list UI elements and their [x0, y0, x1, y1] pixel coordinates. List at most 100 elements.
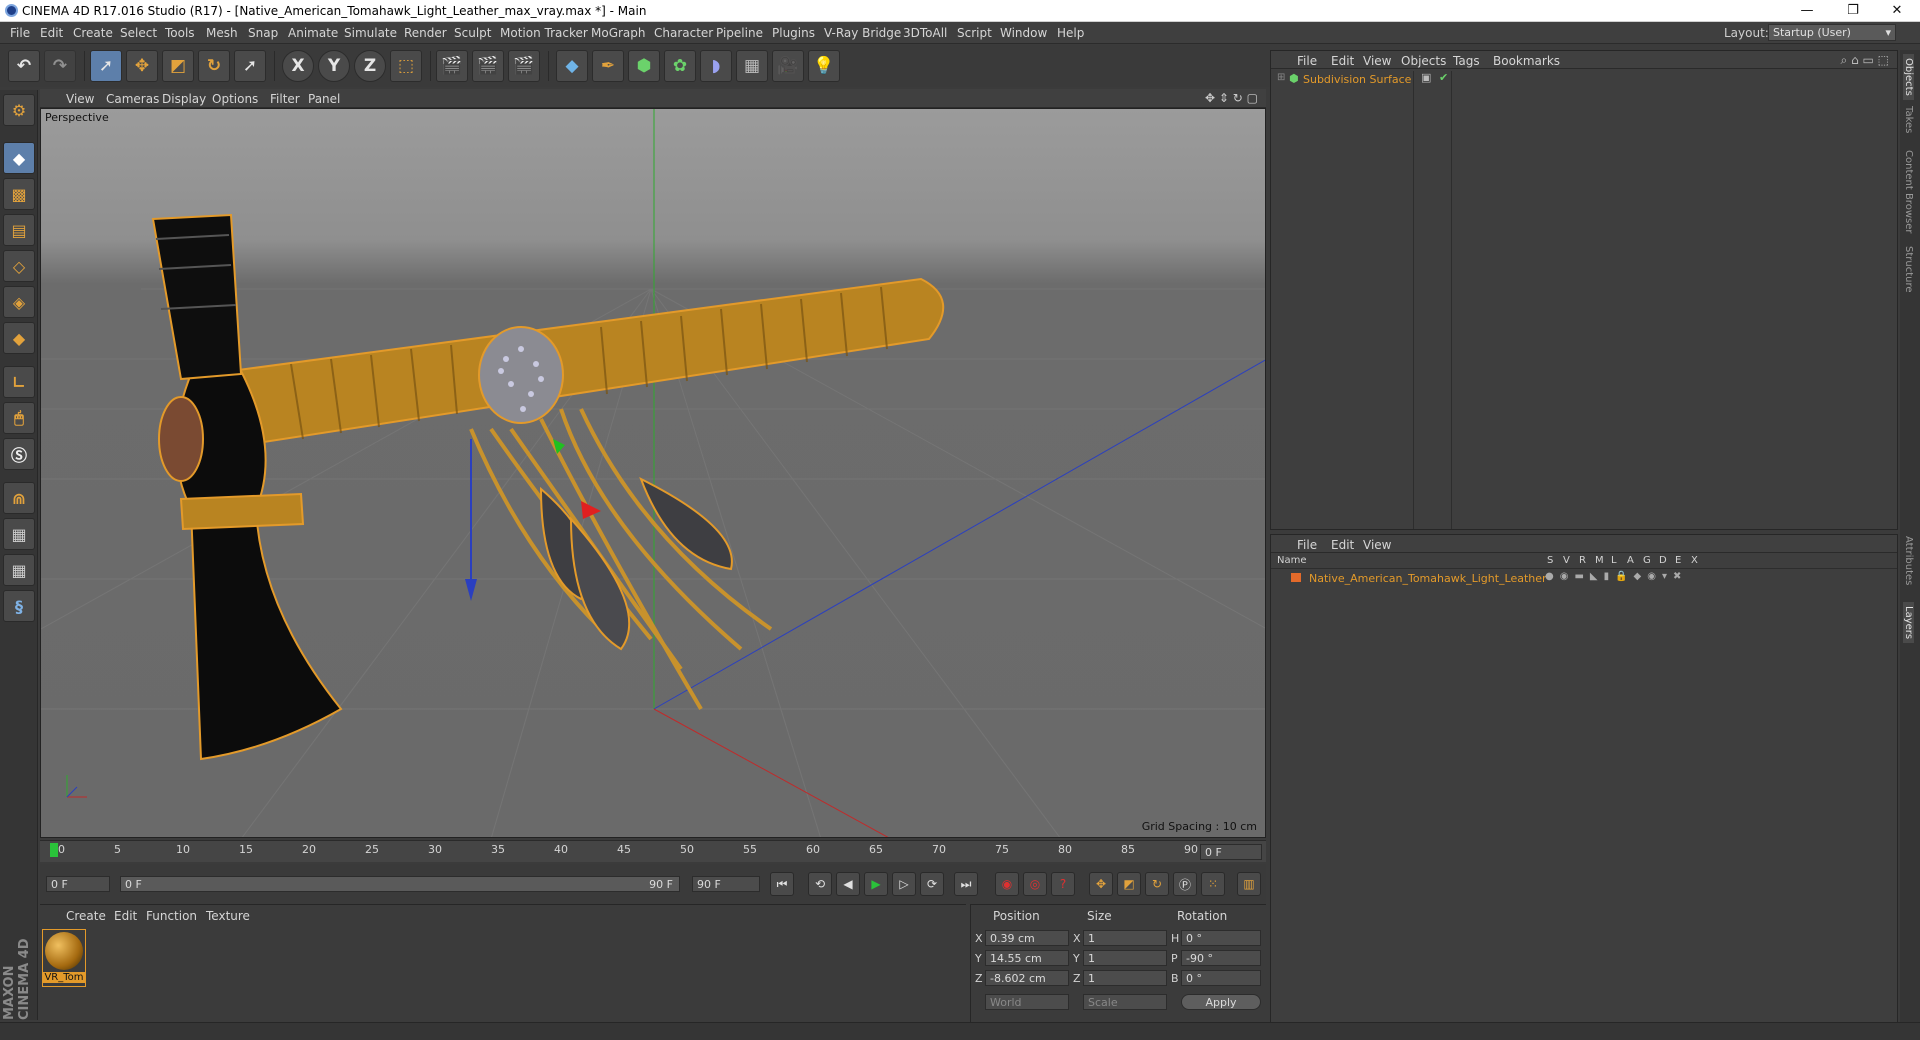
- spline-pen-button[interactable]: ✒: [592, 50, 624, 82]
- rotation-p-field[interactable]: -90 °: [1181, 950, 1261, 966]
- close-button[interactable]: ✕: [1874, 0, 1920, 22]
- current-frame-field[interactable]: 0 F: [1200, 844, 1262, 860]
- object-name[interactable]: Subdivision Surface: [1303, 73, 1411, 86]
- position-z-field[interactable]: -8.602 cm: [985, 970, 1069, 986]
- start-frame-field[interactable]: 0 F: [46, 876, 110, 892]
- redo-button[interactable]: ↷: [44, 50, 76, 82]
- viewport-menu-display[interactable]: Display: [162, 92, 206, 106]
- material-menu-function[interactable]: Function: [146, 909, 197, 923]
- play-button[interactable]: ▶: [864, 872, 888, 896]
- recent-tool-button[interactable]: ➚: [234, 50, 266, 82]
- material-menu-edit[interactable]: Edit: [114, 909, 137, 923]
- viewport-menu-panel[interactable]: Panel: [308, 92, 340, 106]
- snap-button[interactable]: ⋒: [3, 482, 35, 514]
- tab-content-browser[interactable]: Content Browser: [1903, 150, 1914, 233]
- viewport-menu-filter[interactable]: Filter: [270, 92, 300, 106]
- light-button[interactable]: 💡: [808, 50, 840, 82]
- lm-menu-view[interactable]: View: [1363, 538, 1391, 552]
- menu-window[interactable]: Window: [1000, 26, 1047, 40]
- layer-color-swatch[interactable]: [1291, 573, 1301, 582]
- tab-objects[interactable]: Objects: [1903, 54, 1914, 100]
- perspective-viewport[interactable]: Perspective Grid Spacing : 10 cm: [40, 108, 1266, 838]
- undo-button[interactable]: ↶: [8, 50, 40, 82]
- size-x-field[interactable]: 1: [1083, 930, 1167, 946]
- end-frame-field[interactable]: 90 F: [692, 876, 760, 892]
- workplane-button[interactable]: ▤: [3, 214, 35, 246]
- camera-button[interactable]: 🎥: [772, 50, 804, 82]
- make-editable-button[interactable]: ⚙: [3, 94, 35, 126]
- previous-frame-button[interactable]: ◀: [836, 872, 860, 896]
- subdivision-surface-button[interactable]: ⬢: [628, 50, 660, 82]
- visibility-toggle[interactable]: ▣: [1421, 71, 1431, 84]
- x-axis-button[interactable]: X: [282, 50, 314, 82]
- key-rotation-button[interactable]: ↻: [1145, 872, 1169, 896]
- menu-3dtoall[interactable]: 3DToAll: [903, 26, 947, 40]
- key-parameter-button[interactable]: Ⓟ: [1173, 872, 1197, 896]
- key-pla-button[interactable]: ⁙: [1201, 872, 1225, 896]
- texture-mode-button[interactable]: ▩: [3, 178, 35, 210]
- search-icon[interactable]: ⌕ ⌂ ▭ ⬚: [1841, 53, 1889, 68]
- om-menu-view[interactable]: View: [1363, 54, 1391, 68]
- scale-button[interactable]: ◩: [162, 50, 194, 82]
- viewport-menu-view[interactable]: View: [66, 92, 94, 106]
- menu-simulate[interactable]: Simulate: [344, 26, 397, 40]
- size-y-field[interactable]: 1: [1083, 950, 1167, 966]
- material-menu-create[interactable]: Create: [66, 909, 106, 923]
- menu-pipeline[interactable]: Pipeline: [716, 26, 763, 40]
- gizmo-z-arrow-icon[interactable]: [465, 579, 477, 601]
- cloner-button[interactable]: ✿: [664, 50, 696, 82]
- restore-button[interactable]: ❐: [1830, 0, 1876, 22]
- tab-structure[interactable]: Structure: [1903, 246, 1914, 293]
- menu-character[interactable]: Character: [654, 26, 713, 40]
- rotation-h-field[interactable]: 0 °: [1181, 930, 1261, 946]
- cube-object-button[interactable]: ◆: [556, 50, 588, 82]
- om-menu-tags[interactable]: Tags: [1453, 54, 1480, 68]
- menu-file[interactable]: File: [10, 26, 30, 40]
- lm-menu-edit[interactable]: Edit: [1331, 538, 1354, 552]
- menu-sculpt[interactable]: Sculpt: [454, 26, 491, 40]
- polygons-mode-button[interactable]: ◆: [3, 322, 35, 354]
- key-scale-button[interactable]: ◩: [1117, 872, 1141, 896]
- om-menu-edit[interactable]: Edit: [1331, 54, 1354, 68]
- menu-snap[interactable]: Snap: [248, 26, 278, 40]
- position-y-field[interactable]: 14.55 cm: [985, 950, 1069, 966]
- menu-motion-tracker[interactable]: Motion Tracker: [500, 26, 588, 40]
- go-to-end-button[interactable]: ⏭: [954, 872, 978, 896]
- material-menu-texture[interactable]: Texture: [206, 909, 250, 923]
- timeline-ruler[interactable]: 0 5 10 15 20 25 30 35 40 45 50 55 60 65 …: [40, 840, 1266, 862]
- viewport-nav-icons[interactable]: ✥ ⇕ ↻ ▢: [1205, 91, 1258, 105]
- lm-menu-file[interactable]: File: [1297, 538, 1317, 552]
- record-keys-button[interactable]: ◉: [995, 872, 1019, 896]
- previous-key-button[interactable]: ⟲: [808, 872, 832, 896]
- rotation-b-field[interactable]: 0 °: [1181, 970, 1261, 986]
- menu-help[interactable]: Help: [1057, 26, 1084, 40]
- next-frame-button[interactable]: ▷: [892, 872, 916, 896]
- menu-script[interactable]: Script: [957, 26, 992, 40]
- om-menu-objects[interactable]: Objects: [1401, 54, 1446, 68]
- python-button[interactable]: §: [3, 590, 35, 622]
- object-row[interactable]: ⊞ ⬢ Subdivision Surface ▣ ✔: [1273, 71, 1895, 87]
- planar-workplane-button[interactable]: ▦: [3, 554, 35, 586]
- menu-plugins[interactable]: Plugins: [772, 26, 815, 40]
- frame-range-slider[interactable]: 0 F 90 F: [120, 876, 680, 892]
- material-thumbnail[interactable]: VR_Tom: [42, 929, 86, 987]
- deformer-button[interactable]: ◗: [700, 50, 732, 82]
- apply-button[interactable]: Apply: [1181, 994, 1261, 1010]
- tab-takes[interactable]: Takes: [1903, 106, 1914, 133]
- next-key-button[interactable]: ⟳: [920, 872, 944, 896]
- playhead-marker[interactable]: [50, 843, 58, 857]
- layer-toggle-icons[interactable]: ●◉▬◣▮🔒◆◉▾✖: [1545, 571, 1687, 582]
- coordinate-space-select[interactable]: World: [985, 994, 1069, 1010]
- menu-vray-bridge[interactable]: V-Ray Bridge: [824, 26, 901, 40]
- go-to-start-button[interactable]: ⏮: [770, 872, 794, 896]
- tab-attributes[interactable]: Attributes: [1903, 536, 1914, 585]
- keyframe-selection-button[interactable]: ?: [1051, 872, 1075, 896]
- enabled-check-icon[interactable]: ✔: [1439, 71, 1448, 84]
- z-axis-button[interactable]: Z: [354, 50, 386, 82]
- menu-select[interactable]: Select: [120, 26, 157, 40]
- model-mode-button[interactable]: ◆: [3, 142, 35, 174]
- menu-mesh[interactable]: Mesh: [206, 26, 238, 40]
- live-selection-button[interactable]: ➚: [90, 50, 122, 82]
- timeline-window-button[interactable]: ▥: [1237, 872, 1261, 896]
- points-mode-button[interactable]: ◇: [3, 250, 35, 282]
